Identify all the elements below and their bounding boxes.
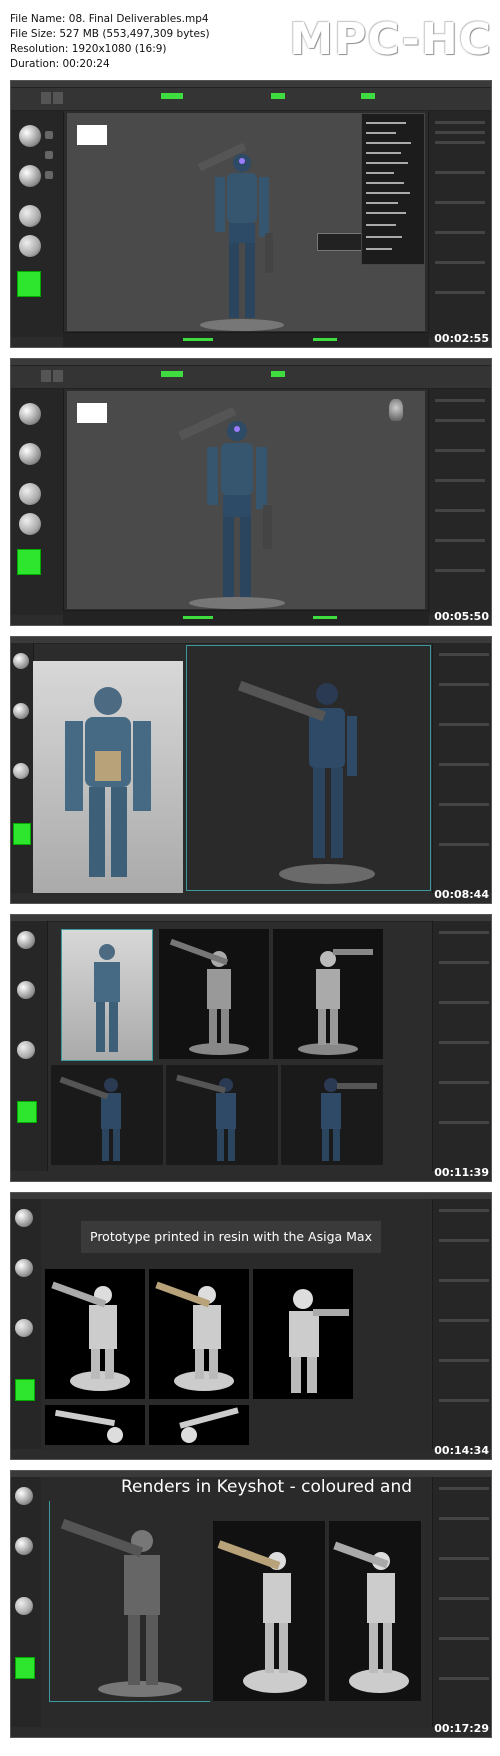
document-icon <box>77 403 107 423</box>
print-photo-4 <box>45 1405 145 1445</box>
mpc-hc-logo: MPC-HC <box>289 14 492 65</box>
timestamp: 00:02:55 <box>434 332 489 345</box>
stroke-icon <box>19 443 41 465</box>
texture-icon <box>19 513 41 535</box>
right-tray <box>432 643 491 893</box>
stroke-icon <box>13 703 29 719</box>
duration: Duration: 00:20:24 <box>10 58 110 70</box>
print-photo-2 <box>149 1269 249 1399</box>
stroke-icon <box>15 1537 33 1555</box>
timestamp: 00:05:50 <box>434 610 489 623</box>
left-tray <box>11 389 64 615</box>
gizmo-head-icon <box>389 399 403 421</box>
file-name: File Name: 08. Final Deliverables.mp4 <box>10 13 209 25</box>
alpha-icon <box>15 1597 33 1615</box>
render-thumb-3 <box>273 929 383 1059</box>
document-icon <box>77 125 107 145</box>
bottom-shelf <box>63 332 429 347</box>
right-tray <box>432 1477 491 1727</box>
title-bar <box>11 637 491 644</box>
right-tray <box>428 111 491 337</box>
render-thumb-2 <box>159 929 269 1059</box>
timestamp: 00:11:39 <box>434 1166 489 1179</box>
color-swatch-icon <box>15 1657 35 1679</box>
dropdown-menu[interactable] <box>361 113 425 265</box>
print-photo-1 <box>45 1269 145 1399</box>
render-preview-left <box>33 661 183 893</box>
render-viewport[interactable] <box>186 645 431 891</box>
canvas-viewport[interactable] <box>67 391 425 609</box>
render-thumb-5 <box>166 1065 278 1165</box>
alpha-icon <box>17 1041 35 1059</box>
left-tray <box>11 111 64 337</box>
render-grey-1 <box>49 1501 210 1702</box>
left-tray <box>11 1477 42 1727</box>
slide-banner: Prototype printed in resin with the Asig… <box>81 1221 381 1253</box>
title-bar <box>11 915 491 922</box>
thumbnail-frame-6[interactable]: Renders in Keyshot - coloured and 00:17:… <box>10 1470 492 1738</box>
thumbnail-frame-3[interactable]: 00:08:44 <box>10 636 492 904</box>
timestamp: 00:17:29 <box>434 1722 489 1735</box>
left-tray <box>11 921 48 1171</box>
thumbnail-frame-1[interactable]: 00:02:55 <box>10 80 492 348</box>
bottom-shelf <box>63 610 429 625</box>
timestamp: 00:08:44 <box>434 888 489 901</box>
video-info-header: File Name: 08. Final Deliverables.mp4 Fi… <box>0 0 500 76</box>
render-resin-2 <box>329 1521 421 1701</box>
render-thumb-1 <box>61 929 153 1061</box>
left-tray <box>11 1199 42 1449</box>
color-swatch-icon <box>17 549 41 575</box>
stroke-icon <box>15 1259 33 1277</box>
character-render-front <box>65 687 151 877</box>
timestamp: 00:14:34 <box>434 1444 489 1457</box>
stroke-icon <box>19 165 41 187</box>
character-render-posed <box>238 680 375 884</box>
alpha-icon <box>15 1319 33 1337</box>
right-tray <box>432 1199 491 1449</box>
file-size: File Size: 527 MB (553,497,309 bytes) <box>10 28 210 40</box>
title-bar <box>11 359 491 366</box>
brush-icon <box>15 1487 33 1505</box>
color-swatch-icon <box>15 1379 35 1401</box>
brush-icon <box>13 653 29 669</box>
resolution: Resolution: 1920x1080 (16:9) <box>10 43 167 55</box>
print-photo-5 <box>149 1405 249 1445</box>
render-thumb-4 <box>51 1065 163 1165</box>
slide-viewport[interactable]: Prototype printed in resin with the Asig… <box>41 1199 431 1451</box>
right-tray <box>428 389 491 615</box>
render-thumb-6 <box>281 1065 383 1165</box>
top-toolbar <box>11 366 491 389</box>
slide-viewport[interactable]: Renders in Keyshot - coloured and <box>41 1477 431 1729</box>
thumbnail-frame-4[interactable]: 00:11:39 <box>10 914 492 1182</box>
color-swatch-icon <box>13 823 31 845</box>
stroke-icon <box>17 981 35 999</box>
right-tray <box>432 921 491 1171</box>
character-model <box>178 406 285 609</box>
brush-icon <box>19 403 41 425</box>
brush-icon <box>19 125 41 147</box>
slide-title: Renders in Keyshot - coloured and <box>121 1477 413 1497</box>
print-photo-3 <box>253 1269 353 1399</box>
thumbnail-frame-2[interactable]: 00:05:50 <box>10 358 492 626</box>
alpha-icon <box>13 763 29 779</box>
brush-icon <box>17 931 35 949</box>
title-bar <box>11 81 491 88</box>
render-resin-1 <box>213 1521 325 1701</box>
brush-icon <box>15 1209 33 1227</box>
alpha-icon <box>19 205 41 227</box>
alpha-icon <box>19 483 41 505</box>
top-toolbar <box>11 88 491 111</box>
color-swatch-icon <box>17 271 41 297</box>
thumbnail-frame-5[interactable]: Prototype printed in resin with the Asig… <box>10 1192 492 1460</box>
color-swatch-icon <box>17 1101 37 1123</box>
file-info: File Name: 08. Final Deliverables.mp4 Fi… <box>10 12 210 72</box>
texture-icon <box>19 235 41 257</box>
left-tray <box>11 643 34 893</box>
character-model <box>197 142 284 331</box>
